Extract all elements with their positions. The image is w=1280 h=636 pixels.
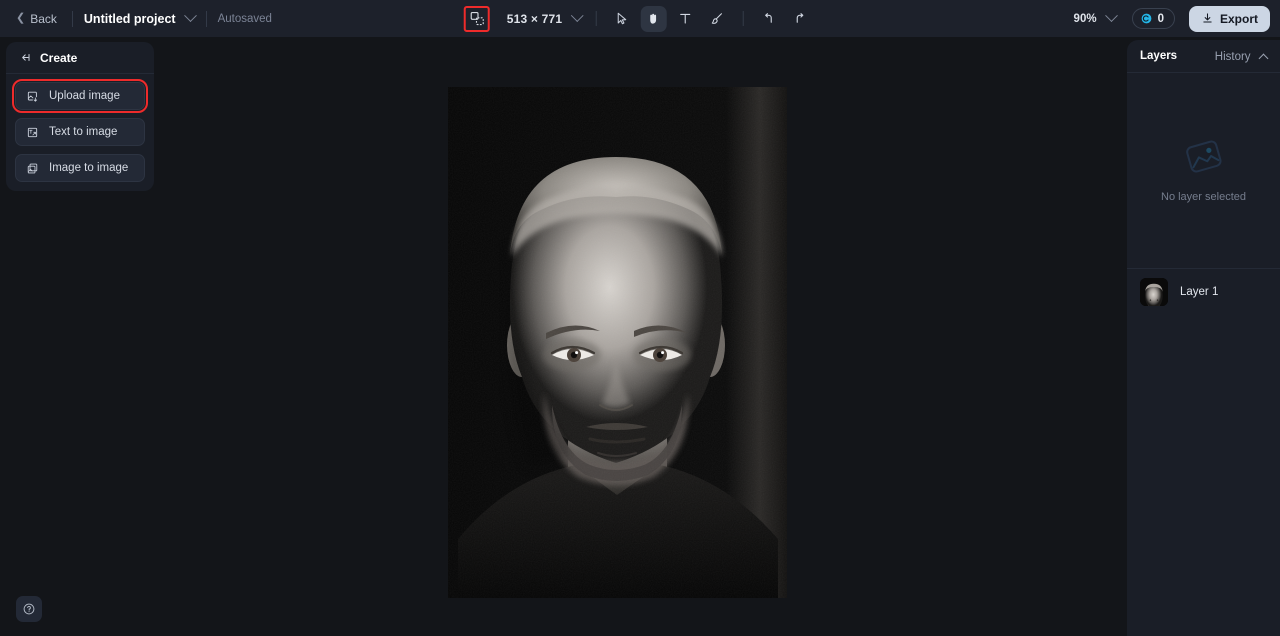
layers-panel-header: Layers History bbox=[1127, 40, 1280, 73]
collapse-panel-icon[interactable] bbox=[19, 51, 32, 64]
layer-name: Layer 1 bbox=[1180, 286, 1219, 298]
layer-thumbnail bbox=[1140, 278, 1168, 306]
divider bbox=[71, 10, 73, 27]
chevron-left-icon: ❮ bbox=[16, 12, 26, 24]
export-button-label: Export bbox=[1219, 11, 1258, 26]
divider bbox=[205, 10, 207, 27]
topbar-center-tools: 513 × 771 bbox=[463, 0, 817, 37]
select-tool[interactable] bbox=[608, 6, 634, 32]
portrait-photo-layer[interactable] bbox=[448, 87, 787, 598]
layers-empty-state: No layer selected bbox=[1127, 73, 1280, 269]
image-placeholder-icon bbox=[1185, 140, 1222, 172]
autosave-status: Autosaved bbox=[217, 12, 272, 25]
topbar-left-group: ❮ Back Untitled project Autosaved bbox=[0, 0, 272, 37]
zoom-chevron-down-icon[interactable] bbox=[1104, 9, 1118, 23]
upload-image-icon bbox=[27, 91, 38, 102]
sidebar-title: Create bbox=[40, 50, 78, 65]
zoom-level[interactable]: 90% bbox=[1074, 13, 1097, 25]
back-button[interactable]: ❮ Back bbox=[12, 9, 61, 29]
credits-badge[interactable]: 0 bbox=[1131, 8, 1175, 29]
sidebar-item-label: Text to image bbox=[49, 126, 118, 138]
layer-item[interactable]: Layer 1 bbox=[1127, 269, 1280, 315]
brush-icon bbox=[711, 13, 722, 24]
sidebar-item-label: Upload image bbox=[49, 90, 120, 102]
canvas-dimensions[interactable]: 513 × 771 bbox=[507, 12, 563, 26]
image-to-image-icon bbox=[27, 163, 38, 173]
layer-thumbnail-image bbox=[1140, 278, 1168, 306]
back-button-label: Back bbox=[30, 11, 57, 26]
project-name[interactable]: Untitled project bbox=[84, 12, 176, 26]
topbar-right-group: 90% 0 Export bbox=[1074, 0, 1270, 37]
credit-coin-icon bbox=[1141, 13, 1151, 24]
hand-tool[interactable] bbox=[640, 5, 667, 32]
sidebar-item-text-to-image[interactable]: Text to image bbox=[15, 118, 145, 146]
credits-count: 0 bbox=[1157, 12, 1164, 25]
redo-icon bbox=[796, 13, 804, 23]
sidebar-item-upload-image[interactable]: Upload image bbox=[12, 79, 148, 113]
help-circle-icon bbox=[23, 603, 35, 615]
download-icon bbox=[1203, 13, 1212, 23]
resize-icon bbox=[470, 11, 484, 26]
sidebar-header: Create bbox=[6, 42, 154, 74]
redo-tool[interactable] bbox=[787, 6, 813, 32]
chevron-down-icon[interactable] bbox=[183, 9, 197, 23]
tab-history-label: History bbox=[1214, 51, 1251, 63]
export-button[interactable]: Export bbox=[1188, 5, 1270, 32]
text-to-image-icon bbox=[27, 127, 38, 137]
tab-layers[interactable]: Layers bbox=[1140, 50, 1177, 62]
sidebar-item-label: Image to image bbox=[49, 162, 129, 174]
layers-sidebar: Layers History No layer selected Layer 1 bbox=[1127, 40, 1280, 636]
sidebar-item-image-to-image[interactable]: Image to image bbox=[15, 154, 145, 182]
empty-state-label: No layer selected bbox=[1161, 190, 1246, 203]
artboard[interactable] bbox=[448, 87, 787, 598]
brush-tool[interactable] bbox=[704, 6, 730, 32]
undo-icon bbox=[765, 13, 772, 23]
divider bbox=[595, 11, 597, 26]
divider bbox=[742, 11, 744, 26]
resize-tool[interactable] bbox=[463, 5, 490, 32]
text-icon bbox=[680, 13, 691, 24]
cursor-arrow-icon bbox=[617, 12, 627, 25]
tab-history[interactable]: History bbox=[1214, 47, 1269, 65]
undo-tool[interactable] bbox=[755, 6, 781, 32]
canvas-area[interactable] bbox=[160, 37, 1126, 636]
dimensions-chevron-down-icon[interactable] bbox=[570, 9, 584, 23]
help-button[interactable] bbox=[16, 596, 42, 622]
text-tool[interactable] bbox=[672, 6, 698, 32]
hand-icon bbox=[650, 13, 657, 24]
top-toolbar: ❮ Back Untitled project Autosaved 513 × … bbox=[0, 0, 1280, 37]
image-editor-app: ❮ Back Untitled project Autosaved 513 × … bbox=[0, 0, 1280, 636]
create-sidebar: Create Upload image Text to image Image … bbox=[6, 42, 154, 191]
chevron-up-icon bbox=[1258, 53, 1269, 64]
